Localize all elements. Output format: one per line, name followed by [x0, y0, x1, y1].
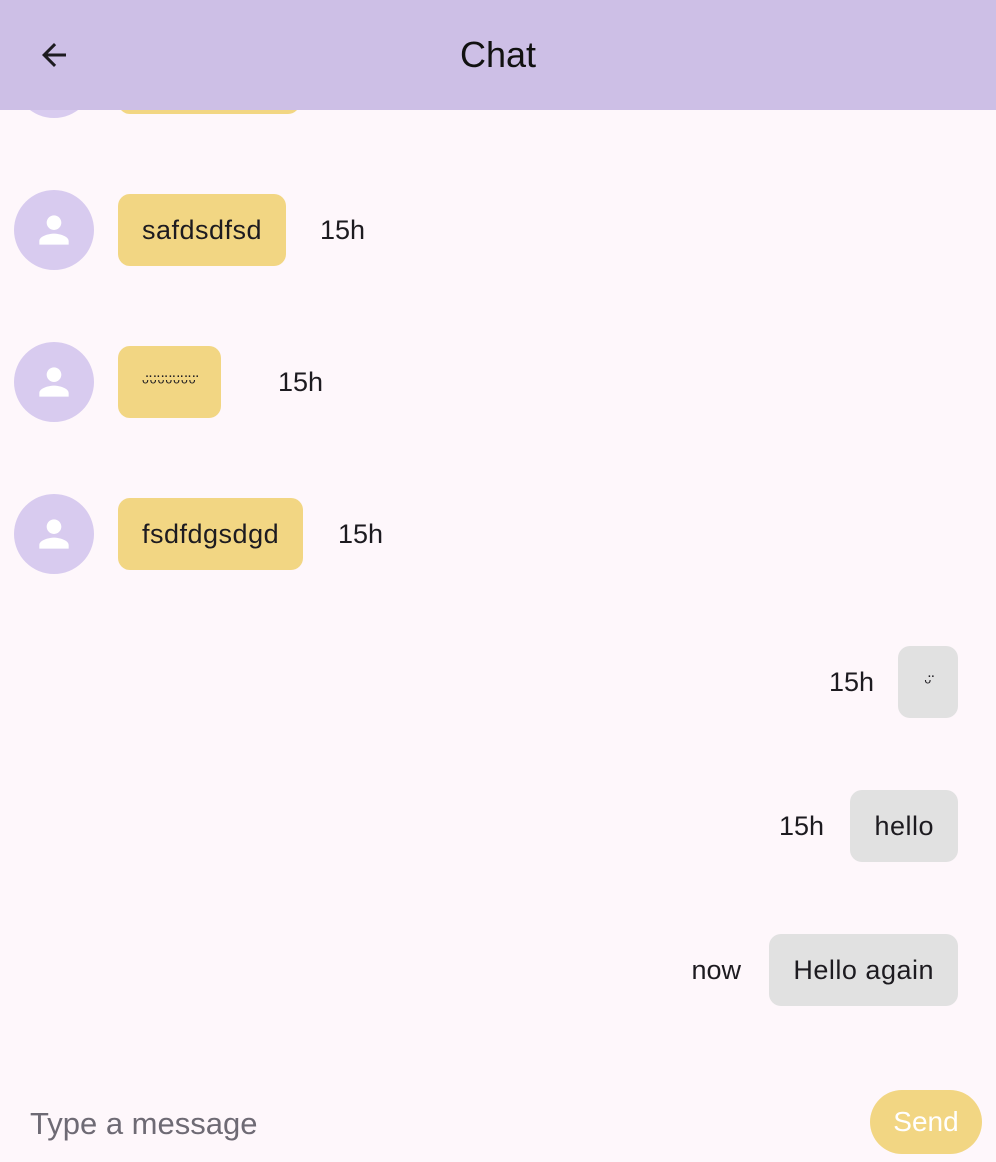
- avatar: [14, 190, 94, 270]
- person-icon: [39, 367, 69, 397]
- message-bubble[interactable]: fsdfdgsdgd: [118, 498, 304, 570]
- message-time: 15h: [320, 215, 366, 245]
- message-input[interactable]: [30, 1100, 830, 1148]
- message-text: fsdfdgsdgd: [142, 518, 280, 549]
- person-icon: [39, 215, 69, 245]
- message-row: safdsdfsd 15h: [0, 190, 996, 270]
- person-icon: [39, 519, 69, 549]
- message-text: safdsdfsd: [142, 214, 263, 245]
- message-row: 15h hello: [0, 786, 996, 866]
- message-row: fsdfdgsdgd 15h: [0, 494, 996, 574]
- message-time: 15h: [338, 519, 384, 549]
- message-bubble[interactable]: ᵕ̈ᵕ̈ᵕ̈ᵕ̈ᵕ̈ᵕ̈ᵕ̈: [118, 346, 221, 418]
- message-row: now Hello again: [0, 930, 996, 1010]
- message-list[interactable]: safdsdfsd 15h ᵕ̈ᵕ̈ᵕ̈ᵕ̈ᵕ̈ᵕ̈ᵕ̈ 15h fsdfdgs…: [0, 110, 996, 1072]
- send-button[interactable]: Send: [870, 1090, 982, 1154]
- avatar: [14, 342, 94, 422]
- message-text: hello: [874, 810, 934, 841]
- message-time: 15h: [828, 667, 874, 697]
- message-bubble[interactable]: [118, 110, 300, 114]
- app-bar: Chat: [0, 0, 996, 110]
- message-time: 15h: [278, 367, 324, 397]
- message-time: 15h: [778, 811, 824, 841]
- message-composer: Send: [0, 1072, 996, 1162]
- message-bubble[interactable]: hello: [850, 790, 958, 862]
- avatar: [14, 110, 94, 118]
- message-bubble[interactable]: safdsdfsd: [118, 194, 287, 266]
- avatar: [14, 494, 94, 574]
- message-bubble[interactable]: Hello again: [769, 934, 958, 1006]
- page-title: Chat: [459, 34, 537, 75]
- message-row: ᵕ̈ᵕ̈ᵕ̈ᵕ̈ᵕ̈ᵕ̈ᵕ̈ 15h: [0, 342, 996, 422]
- message-bubble[interactable]: ᵕ̈: [898, 646, 958, 718]
- message-text: Hello again: [793, 954, 934, 985]
- message-time: now: [691, 955, 741, 985]
- message-text: ᵕ̈ᵕ̈ᵕ̈ᵕ̈ᵕ̈ᵕ̈ᵕ̈: [142, 371, 197, 392]
- message-row: 15h ᵕ̈: [0, 642, 996, 722]
- message-text: ᵕ̈: [924, 671, 932, 692]
